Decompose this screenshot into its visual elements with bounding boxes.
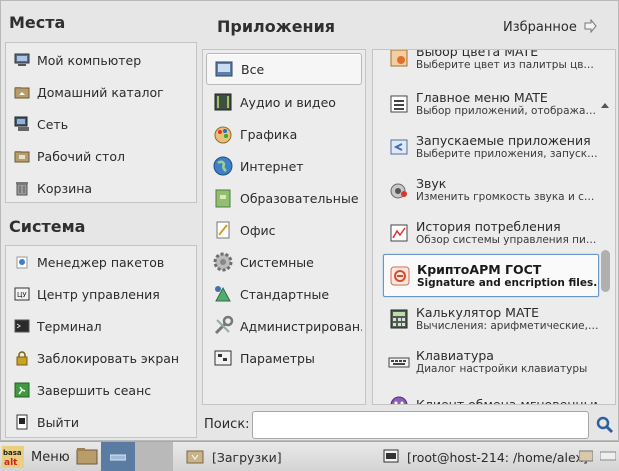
apps-list: Выбор цвета MATE Выберите цвет из палитры… — [372, 49, 616, 405]
lock-screen-icon — [14, 350, 30, 366]
administration-icon — [212, 315, 234, 337]
search-label: Поиск: — [204, 417, 250, 432]
multimedia-icon — [212, 91, 234, 113]
education-icon — [212, 187, 234, 209]
system-item-lock-screen[interactable]: Заблокировать экран — [6, 342, 196, 374]
scroll-up-icon[interactable] — [600, 97, 610, 112]
place-item-network[interactable]: Сеть — [6, 108, 196, 140]
system-list: Менеджер пакетов ЦУ Центр управления Тер… — [5, 245, 197, 438]
alt-linux-logo-icon: basa alt — [2, 446, 24, 468]
main-menu-icon — [388, 93, 410, 115]
system-item-terminal[interactable]: Терминал — [6, 310, 196, 342]
category-settings[interactable]: Параметры — [206, 342, 362, 374]
app-item[interactable]: Калькулятор MATE Вычисления: арифметическ… — [383, 297, 599, 340]
categories-list: Все Аудио и видео Графика Интернет Образ… — [202, 49, 366, 405]
category-education[interactable]: Образовательные — [206, 182, 362, 214]
app-item[interactable]: Клиент обмена мгновенными... — [383, 383, 599, 404]
tray-icon[interactable] — [578, 442, 594, 471]
sound-icon — [388, 179, 410, 201]
tray-icon[interactable] — [599, 442, 617, 471]
folder-icon — [186, 448, 204, 467]
calculator-icon — [388, 308, 410, 330]
cryptoarm-icon — [389, 265, 411, 287]
menu-label: Меню — [31, 449, 70, 465]
network-icon — [14, 116, 30, 132]
desktop-folder-icon — [76, 446, 98, 469]
office-icon — [212, 219, 234, 241]
workspace-1[interactable] — [101, 442, 135, 471]
place-item-trash[interactable]: Корзина — [6, 172, 196, 204]
place-item-computer[interactable]: Мой компьютер — [6, 44, 196, 76]
places-title: Места — [9, 13, 66, 32]
system-item-package-manager[interactable]: Менеджер пакетов — [6, 246, 196, 278]
taskbar-window-label: [root@host-214: /home/alex] — [407, 449, 588, 465]
workspace-window-icon — [109, 450, 127, 465]
taskbar-window-label: [Загрузки] — [212, 449, 282, 465]
search-input[interactable] — [252, 411, 589, 439]
system-item-quit[interactable]: Выйти — [6, 406, 196, 438]
taskbar-window-downloads[interactable]: [Загрузки] — [186, 442, 282, 471]
system-icon — [212, 251, 234, 273]
app-item[interactable]: Клавиатура Диалог настройки клавиатуры — [383, 340, 599, 383]
color-picker-icon — [388, 50, 410, 69]
tray-app-icon — [578, 449, 594, 466]
home-folder-icon — [14, 84, 30, 100]
app-item-selected[interactable]: КриптоАРМ ГОСТ Signature and encription f… — [383, 254, 599, 297]
favorites-label: Избранное — [503, 20, 577, 35]
power-history-icon — [388, 222, 410, 244]
graphics-icon — [212, 123, 234, 145]
app-item[interactable]: Главное меню MATE Выбор приложений, отобр… — [383, 82, 599, 125]
taskbar: basa alt Меню [Загрузки] [root@host-214: … — [0, 441, 619, 471]
quit-icon — [14, 414, 30, 430]
system-item-control-center[interactable]: ЦУ Центр управления — [6, 278, 196, 310]
accessories-icon — [212, 283, 234, 305]
menu-button[interactable]: basa alt Меню — [2, 442, 70, 471]
favorites-button[interactable]: Избранное — [503, 18, 597, 36]
place-item-home[interactable]: Домашний каталог — [6, 76, 196, 108]
desktop-folder-icon — [14, 148, 30, 164]
app-item[interactable]: ЗвукИзменить громкость звука и связат... — [383, 168, 599, 211]
category-internet[interactable]: Интернет — [206, 150, 362, 182]
svg-text:alt: alt — [4, 458, 18, 468]
taskbar-window-terminal[interactable]: [root@host-214: /home/alex] — [383, 442, 588, 471]
app-item[interactable]: Запускаемые приложения Выберите приложени… — [383, 125, 599, 168]
applications-title: Приложения — [217, 17, 336, 36]
all-apps-icon — [213, 58, 235, 80]
arrow-right-icon — [583, 18, 597, 36]
place-item-desktop[interactable]: Рабочий стол — [6, 140, 196, 172]
package-manager-icon — [14, 254, 30, 270]
places-list: Мой компьютер Домашний каталог Сеть Рабо… — [5, 42, 197, 203]
scroll-thumb[interactable] — [601, 250, 610, 292]
category-graphics[interactable]: Графика — [206, 118, 362, 150]
category-accessories[interactable]: Стандартные — [206, 278, 362, 310]
terminal-icon — [14, 318, 30, 334]
logout-icon — [14, 382, 30, 398]
category-all[interactable]: Все — [206, 53, 362, 85]
svg-text:basa: basa — [3, 449, 22, 457]
terminal-icon — [383, 448, 399, 467]
apps-scrollbar[interactable] — [599, 97, 611, 404]
show-desktop-button[interactable] — [76, 442, 98, 471]
system-item-logout[interactable]: Завершить сеанс — [6, 374, 196, 406]
internet-icon — [212, 155, 234, 177]
computer-icon — [14, 52, 30, 68]
keyboard-icon — [388, 351, 410, 373]
settings-icon — [212, 347, 234, 369]
app-item[interactable]: Выбор цвета MATE Выберите цвет из палитры… — [383, 50, 599, 79]
category-administration[interactable]: Администрирован... — [206, 310, 362, 342]
startup-apps-icon — [388, 136, 410, 158]
im-client-icon — [388, 394, 410, 404]
category-system[interactable]: Системные — [206, 246, 362, 278]
workspace-2[interactable] — [135, 442, 173, 471]
category-multimedia[interactable]: Аудио и видео — [206, 86, 362, 118]
control-center-icon: ЦУ — [14, 286, 30, 302]
svg-text:ЦУ: ЦУ — [17, 291, 27, 299]
app-item[interactable]: История потребления Обзор системы управле… — [383, 211, 599, 254]
system-title: Система — [9, 217, 86, 236]
tray-app-icon — [599, 449, 617, 466]
trash-icon — [14, 180, 30, 196]
application-menu: Места Мой компьютер Домашний каталог Сет… — [0, 0, 619, 441]
category-office[interactable]: Офис — [206, 214, 362, 246]
search-icon[interactable] — [596, 416, 614, 437]
